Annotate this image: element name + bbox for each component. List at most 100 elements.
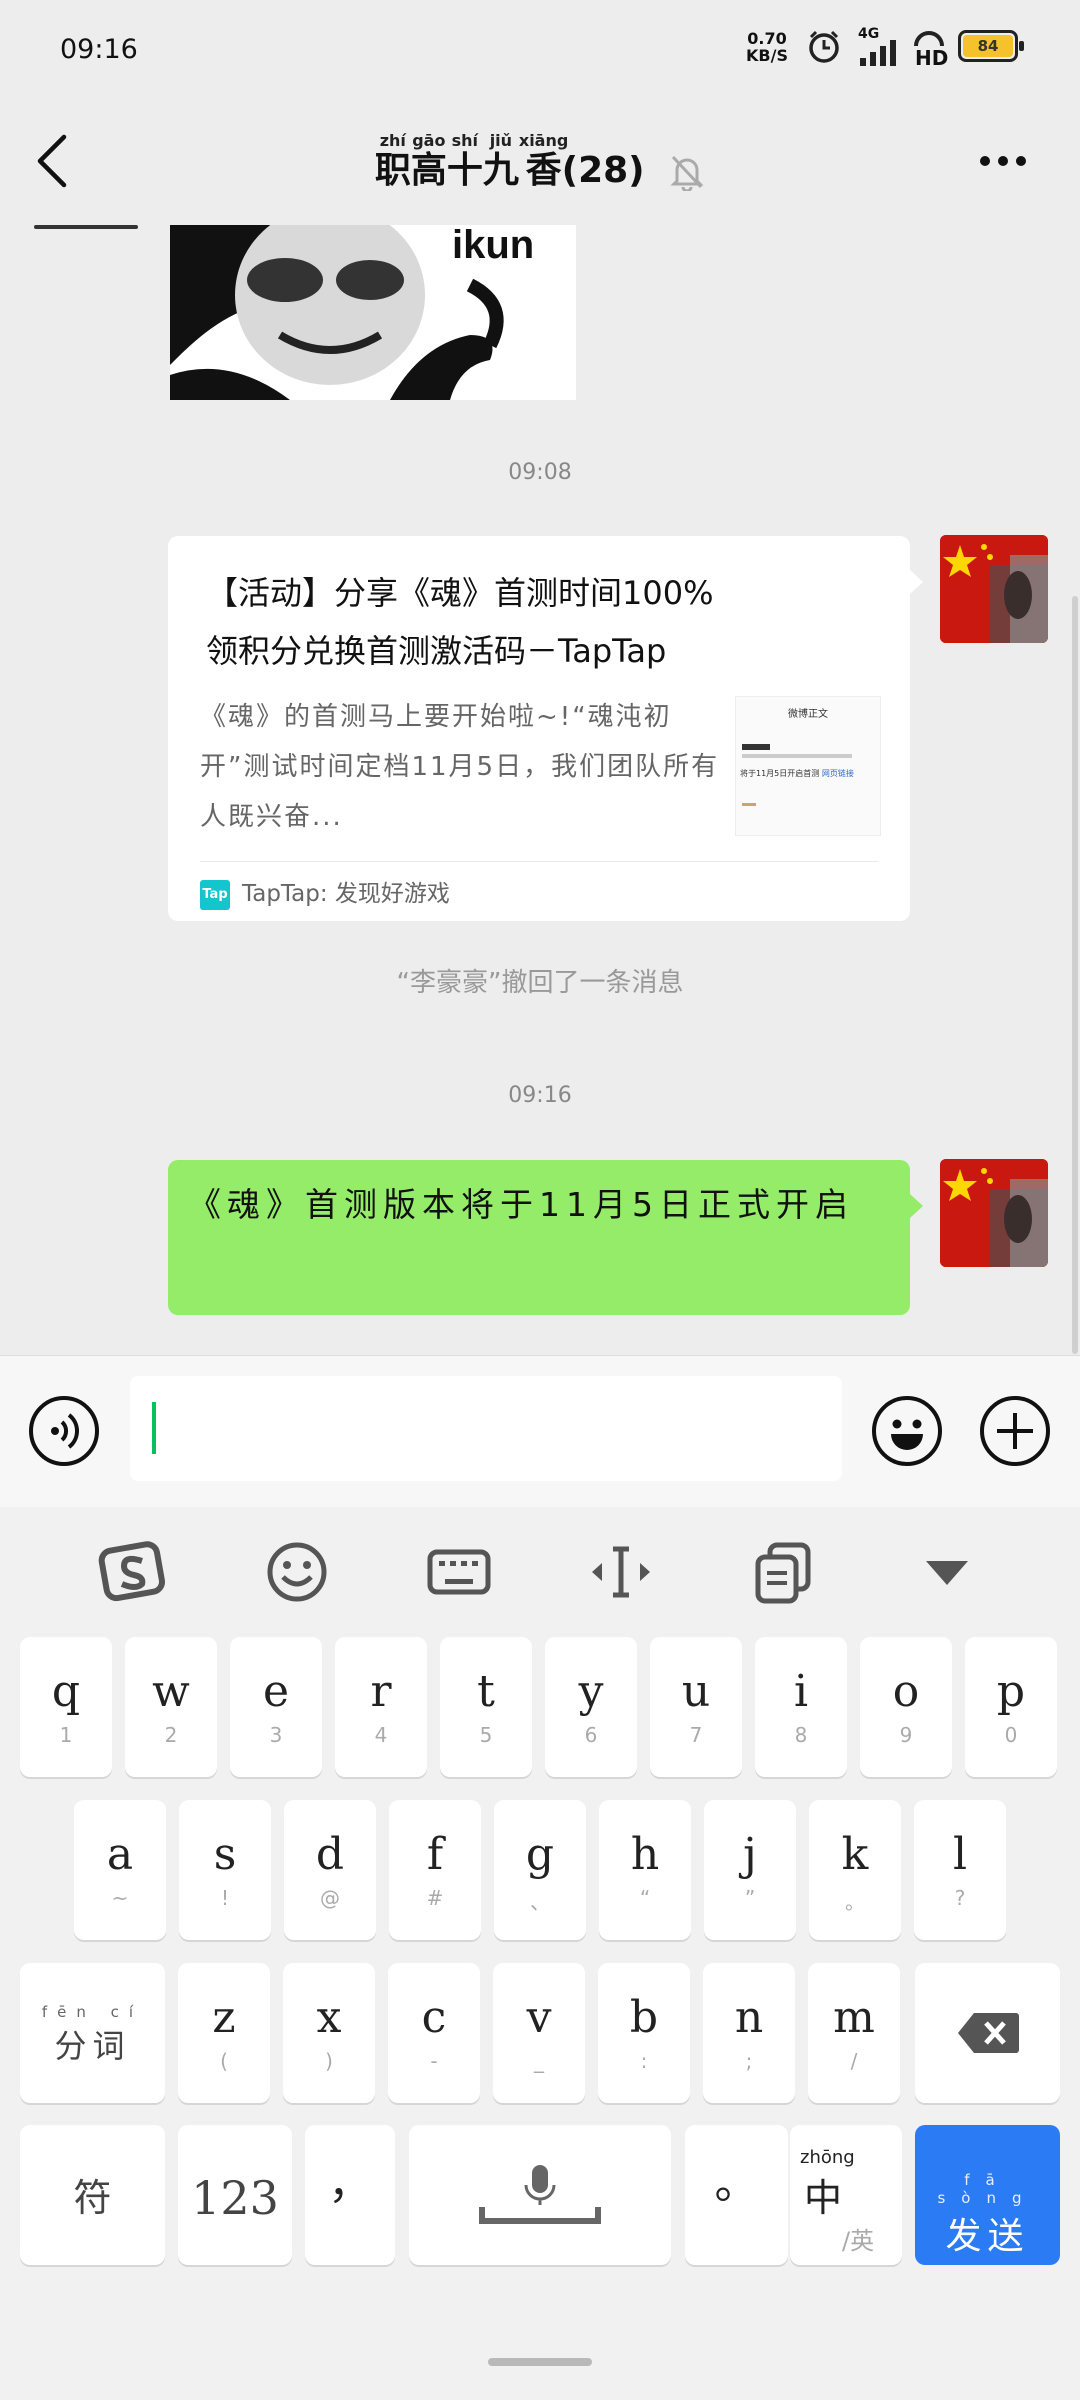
key-letter: s bbox=[213, 1829, 237, 1880]
network-speed-unit: KB/S bbox=[746, 46, 788, 65]
key-h[interactable]: h “ bbox=[599, 1800, 691, 1940]
text-caret bbox=[152, 1402, 156, 1454]
emoji-button[interactable] bbox=[872, 1396, 942, 1466]
cursor-move-icon[interactable] bbox=[586, 1537, 656, 1607]
key-d[interactable]: d @ bbox=[284, 1800, 376, 1940]
avatar[interactable] bbox=[940, 1159, 1048, 1267]
key-letter: j bbox=[743, 1829, 757, 1880]
chat-title-text: 职zhí高gāo十shí九jiǔ香xiāng bbox=[374, 131, 569, 191]
key-v[interactable]: v _ bbox=[493, 1963, 585, 2103]
key-c[interactable]: c- bbox=[388, 1963, 480, 2103]
key-letter: t bbox=[477, 1666, 495, 1717]
key-l[interactable]: l? bbox=[914, 1800, 1006, 1940]
chat-area[interactable]: ikun 09:08 【活动】分享《魂》首测时间100%领积分兑换首测激活码－T… bbox=[0, 225, 1080, 1355]
title-char: 九jiǔ bbox=[482, 131, 519, 191]
meme-caption: ikun bbox=[452, 225, 535, 267]
key-letter: i bbox=[793, 1666, 809, 1717]
key-f[interactable]: f # bbox=[389, 1800, 481, 1940]
key-letter: k bbox=[841, 1829, 869, 1880]
key-j[interactable]: j” bbox=[704, 1800, 796, 1940]
send-key[interactable]: fā sòng 发送 bbox=[915, 2125, 1060, 2265]
backspace-key[interactable] bbox=[915, 1963, 1060, 2103]
lang-main: 中 bbox=[804, 2176, 843, 2220]
key-u[interactable]: u7 bbox=[650, 1637, 742, 1777]
chat-title: 职zhí高gāo十shí九jiǔ香xiāng(28) bbox=[0, 131, 1080, 193]
key-g[interactable]: g、 bbox=[494, 1800, 586, 1940]
key-b[interactable]: b: bbox=[598, 1963, 690, 2103]
space-key[interactable] bbox=[409, 2125, 671, 2265]
status-bar: 09:16 0.70 KB/S 4G HD 84 bbox=[0, 0, 1080, 100]
key-secondary: ? bbox=[954, 1886, 966, 1910]
language-switch-key[interactable]: zhōng 中 /英 bbox=[790, 2125, 902, 2265]
key-w[interactable]: w2 bbox=[125, 1637, 217, 1777]
home-indicator[interactable] bbox=[488, 2358, 592, 2366]
comma-key[interactable]: ， bbox=[305, 2125, 395, 2265]
key-secondary: / bbox=[850, 2049, 858, 2073]
key-m[interactable]: m / bbox=[808, 1963, 900, 2103]
key-secondary: 、 bbox=[530, 1890, 550, 1914]
title-char: 职zhí bbox=[374, 131, 411, 191]
key-letter: z bbox=[212, 1992, 236, 2043]
key-o[interactable]: o9 bbox=[860, 1637, 952, 1777]
key-letter: x bbox=[316, 1992, 342, 2043]
link-card[interactable]: 【活动】分享《魂》首测时间100%领积分兑换首测激活码－TapTap 《魂》的首… bbox=[168, 536, 910, 921]
link-card-source-text: TapTap: 发现好游戏 bbox=[242, 881, 450, 907]
message-input[interactable] bbox=[130, 1376, 842, 1481]
key-x[interactable]: x) bbox=[283, 1963, 375, 2103]
key-z[interactable]: z( bbox=[178, 1963, 270, 2103]
emoji-panel-icon[interactable] bbox=[262, 1537, 332, 1607]
link-card-thumbnail: 微博正文 将于11月5日开启首测 网页链接 bbox=[735, 696, 881, 836]
key-letter: f bbox=[426, 1829, 444, 1880]
key-n[interactable]: n; bbox=[703, 1963, 795, 2103]
segment-key[interactable]: fēn cí 分词 bbox=[20, 1963, 165, 2103]
more-functions-button[interactable] bbox=[980, 1396, 1050, 1466]
key-y[interactable]: y6 bbox=[545, 1637, 637, 1777]
sent-message-bubble[interactable]: 《魂》首测版本将于11月5日正式开启 bbox=[168, 1160, 910, 1315]
flag-avatar-graphic bbox=[940, 1159, 1048, 1267]
key-a[interactable]: a ~ bbox=[74, 1800, 166, 1940]
key-letter: b bbox=[629, 1992, 659, 2043]
key-letter: w bbox=[152, 1666, 190, 1717]
key-secondary: 5 bbox=[479, 1723, 493, 1747]
key-letter: a bbox=[106, 1829, 134, 1880]
microphone-icon bbox=[479, 2165, 601, 2224]
input-bar bbox=[0, 1355, 1080, 1507]
symbol-key[interactable]: 符 bbox=[20, 2125, 165, 2265]
meme-image[interactable]: ikun bbox=[170, 225, 576, 400]
key-secondary: 2 bbox=[164, 1723, 178, 1747]
key-letter: q bbox=[51, 1666, 81, 1717]
number-key[interactable]: 123 bbox=[178, 2125, 292, 2265]
key-secondary: 6 bbox=[584, 1723, 598, 1747]
battery-level: 84 bbox=[963, 35, 1013, 57]
key-letter: d bbox=[315, 1829, 345, 1880]
key-k[interactable]: k。 bbox=[809, 1800, 901, 1940]
link-card-description: 《魂》的首测马上要开始啦~!“魂沌初开”测试时间定档11月5日，我们团队所有人既… bbox=[200, 702, 720, 832]
key-s[interactable]: s! bbox=[179, 1800, 271, 1940]
flag-avatar-graphic bbox=[940, 535, 1048, 643]
avatar[interactable] bbox=[940, 535, 1048, 643]
taptap-logo: Tap bbox=[200, 879, 230, 910]
key-secondary: ( bbox=[220, 2049, 228, 2073]
sogou-logo-icon[interactable] bbox=[98, 1537, 168, 1607]
key-p[interactable]: p0 bbox=[965, 1637, 1057, 1777]
key-e[interactable]: e3 bbox=[230, 1637, 322, 1777]
plus-icon bbox=[997, 1413, 1033, 1449]
timestamp: 09:08 bbox=[508, 460, 572, 485]
battery-icon: 84 bbox=[958, 30, 1024, 62]
title-char: 十shí bbox=[446, 131, 483, 191]
key-t[interactable]: t5 bbox=[440, 1637, 532, 1777]
key-secondary: ! bbox=[220, 1886, 230, 1910]
key-secondary: ~ bbox=[111, 1886, 129, 1910]
chat-scrollbar[interactable] bbox=[1072, 596, 1078, 1354]
key-r[interactable]: r4 bbox=[335, 1637, 427, 1777]
collapse-keyboard-icon[interactable] bbox=[912, 1537, 982, 1607]
key-secondary: 9 bbox=[899, 1723, 913, 1747]
key-q[interactable]: q1 bbox=[20, 1637, 112, 1777]
key-secondary: ) bbox=[325, 2049, 333, 2073]
voice-input-button[interactable] bbox=[29, 1396, 99, 1466]
keyboard-switch-icon[interactable] bbox=[424, 1537, 494, 1607]
clipboard-icon[interactable] bbox=[748, 1537, 818, 1607]
thumb-heading: 微博正文 bbox=[788, 709, 828, 720]
period-key[interactable]: 。 bbox=[685, 2125, 788, 2265]
key-i[interactable]: i8 bbox=[755, 1637, 847, 1777]
